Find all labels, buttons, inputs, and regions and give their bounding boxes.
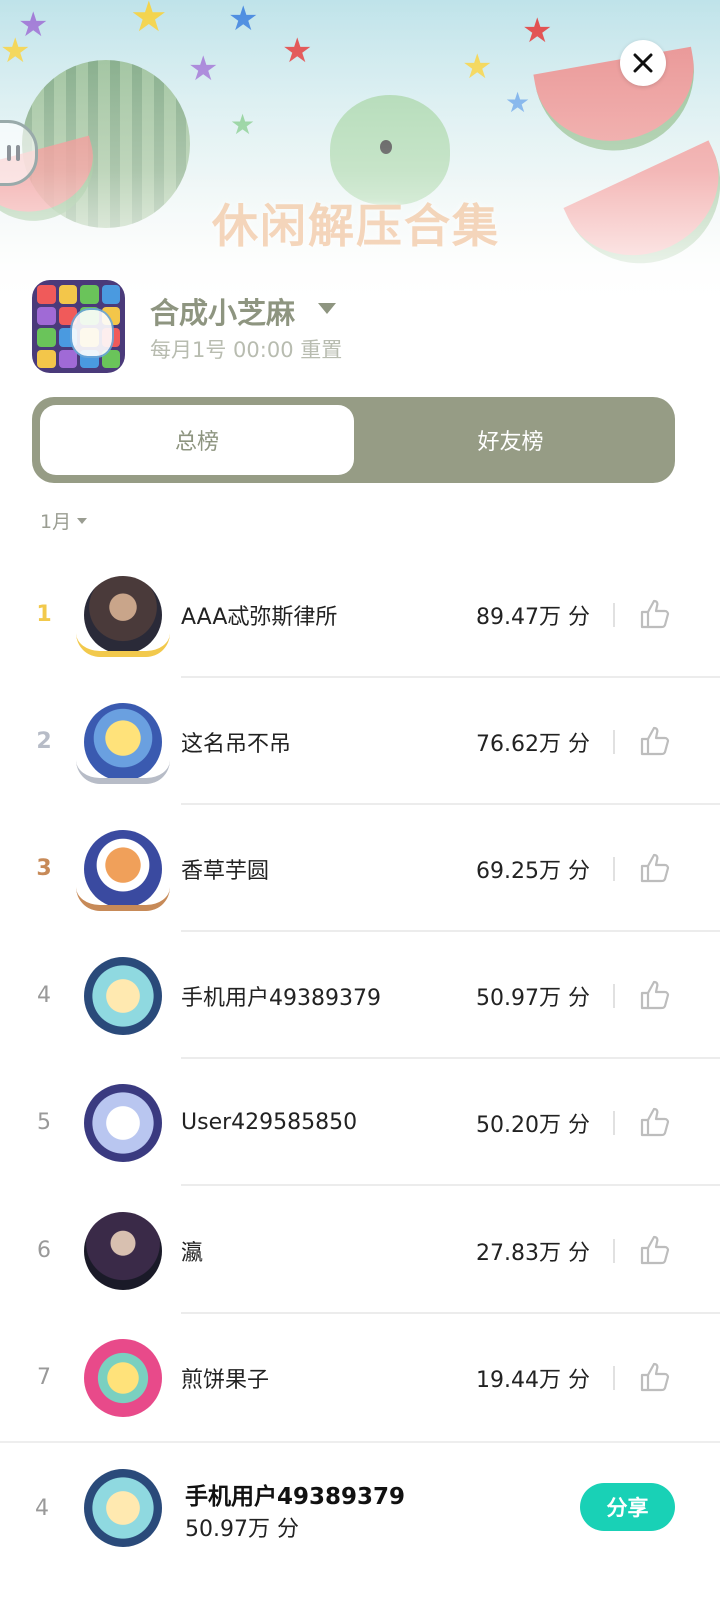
avatar[interactable] [84,1084,162,1162]
divider [613,1239,615,1263]
player-score: 50.97万 分 [476,985,590,1011]
player-score: 19.44万 分 [476,1367,590,1393]
tab-overall[interactable]: 总榜 [40,405,354,475]
rank-number: 2 [36,729,52,754]
divider [613,730,615,754]
share-button[interactable]: 分享 [580,1483,675,1531]
player-name: 手机用户49389379 [181,985,381,1011]
player-score: 27.83万 分 [476,1240,590,1266]
player-score: 50.20万 分 [476,1112,590,1138]
game-title[interactable]: 合成小芝麻 [150,290,295,332]
banner-title: 休闲解压合集 [212,199,500,253]
player-name: 香草芋圆 [181,858,270,884]
rank-number: 7 [37,1365,51,1390]
row-divider [181,1184,720,1186]
player-score: 69.25万 分 [476,858,590,884]
hand-pointer-icon [70,308,114,358]
thumbs-up-icon[interactable] [638,724,672,758]
rank-number: 6 [37,1238,51,1263]
divider [613,1366,615,1390]
leaderboard-row: 4 手机用户49389379 50.97万 分 [0,932,720,1059]
player-name: User429585850 [181,1110,358,1135]
thumbs-up-icon[interactable] [638,1233,672,1267]
my-rank-bar: 4 手机用户49389379 50.97万 分 分享 [0,1441,720,1602]
banner-fade [0,0,720,310]
avatar[interactable] [84,1212,162,1290]
dropdown-caret-icon[interactable] [318,303,336,314]
thumbs-up-icon[interactable] [638,851,672,885]
leaderboard-row: 2 这名吊不吊 76.62万 分 [0,678,720,805]
leaderboard-row: 1 AAA忒弥斯律所 89.47万 分 [0,551,720,678]
rank-number: 5 [37,1110,51,1135]
leaderboard-row: 6 瀛 27.83万 分 [0,1187,720,1314]
my-score: 50.97万 分 [185,1517,299,1542]
divider [613,603,615,627]
rank-number: 1 [36,602,52,627]
player-name: AAA忒弥斯律所 [181,604,338,630]
thumbs-up-icon[interactable] [638,1105,672,1139]
month-filter[interactable]: 1月 [40,507,88,534]
close-icon [633,53,653,73]
player-name: 这名吊不吊 [181,731,292,757]
tab-friends[interactable]: 好友榜 [354,405,667,475]
divider [613,984,615,1008]
pause-icon [7,145,20,161]
avatar[interactable] [84,1339,162,1417]
rank-number: 3 [36,856,52,881]
player-score: 89.47万 分 [476,604,590,630]
avatar[interactable] [84,957,162,1035]
thumbs-up-icon[interactable] [638,597,672,631]
silver-laurel-icon [76,760,170,784]
my-rank-number: 4 [35,1495,49,1521]
game-banner: ★ ★ ★ ★ ★ ★ ★ ★ ★ ★ 休闲解压合集 [0,0,720,310]
player-name: 煎饼果子 [181,1367,270,1393]
divider [613,857,615,881]
leaderboard-row: 7 煎饼果子 19.44万 分 [0,1314,720,1441]
close-button[interactable] [620,40,666,86]
my-name: 手机用户49389379 [185,1484,406,1510]
player-name: 瀛 [181,1240,204,1266]
bronze-laurel-icon [76,887,170,911]
reset-schedule: 每月1号 00:00 重置 [150,338,343,362]
leaderboard-tabs: 总榜 好友榜 [32,397,675,483]
month-filter-label: 1月 [40,511,72,533]
thumbs-up-icon[interactable] [638,1360,672,1394]
player-score: 76.62万 分 [476,731,590,757]
my-avatar[interactable] [84,1469,162,1547]
gold-laurel-icon [76,633,170,657]
divider [613,1111,615,1135]
rank-number: 4 [37,983,51,1008]
chevron-down-icon [77,517,88,524]
leaderboard-row: 5 User429585850 50.20万 分 [0,1059,720,1186]
leaderboard-row: 3 香草芋圆 69.25万 分 [0,805,720,932]
thumbs-up-icon[interactable] [638,978,672,1012]
